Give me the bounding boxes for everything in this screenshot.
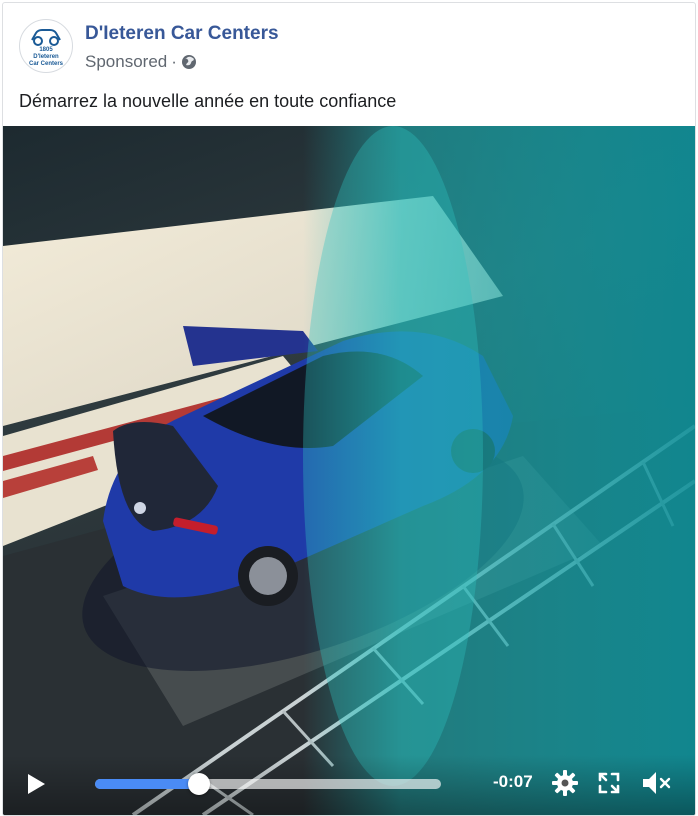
video-frame <box>3 126 695 815</box>
video-controls: -0:07 <box>3 755 695 815</box>
meta-separator: · <box>171 52 177 71</box>
avatar-year: 1805 <box>39 46 53 53</box>
sponsored-label[interactable]: Sponsored <box>85 52 167 72</box>
page-avatar[interactable]: 1805 D'Ieteren Car Centers <box>19 19 73 73</box>
speaker-muted-icon[interactable] <box>639 769 673 797</box>
time-remaining: -0:07 <box>493 772 533 791</box>
page-name-link[interactable]: D'Ieteren Car Centers <box>85 23 279 45</box>
car-logo-icon <box>31 28 61 46</box>
progress-fill <box>95 779 199 789</box>
avatar-subtitle: Car Centers <box>28 60 63 67</box>
progress-bar[interactable] <box>95 773 441 795</box>
avatar-brand: D'Ieteren <box>33 53 59 60</box>
progress-handle[interactable] <box>187 773 210 795</box>
globe-icon[interactable] <box>181 54 197 70</box>
post-meta: Sponsored · <box>85 52 197 72</box>
gear-icon[interactable] <box>551 769 579 797</box>
fullscreen-icon[interactable] <box>597 771 621 795</box>
play-icon[interactable] <box>25 772 47 796</box>
sponsored-post: 1805 D'Ieteren Car Centers D'Ieteren Car… <box>2 2 696 816</box>
post-caption: Démarrez la nouvelle année en toute conf… <box>19 91 397 111</box>
video-player[interactable]: -0:07 <box>3 126 695 815</box>
post-header: 1805 D'Ieteren Car Centers D'Ieteren Car… <box>19 19 679 75</box>
